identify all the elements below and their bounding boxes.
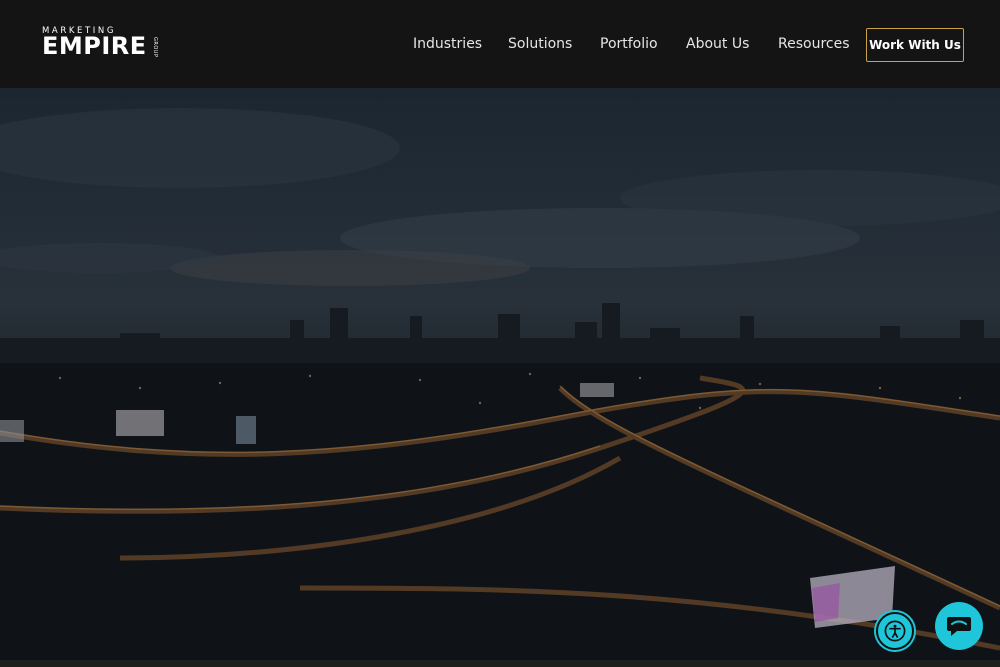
work-with-us-button[interactable]: Work With Us: [866, 28, 964, 62]
nav-item-resources[interactable]: Resources: [778, 36, 850, 52]
bottom-strip: [0, 660, 1000, 667]
city-skyline-illustration: [0, 108, 1000, 660]
nav-item-solutions[interactable]: Solutions: [508, 36, 572, 52]
chat-bubble-icon: [947, 617, 971, 636]
chat-button[interactable]: [935, 602, 983, 650]
accessibility-icon: [884, 620, 906, 642]
site-header: MARKETING EMPIRE GROUP Industries Soluti…: [0, 0, 1000, 88]
nav-item-industries[interactable]: Industries: [413, 36, 482, 52]
nav-item-about-us[interactable]: About Us: [686, 36, 749, 52]
nav-item-portfolio[interactable]: Portfolio: [600, 36, 658, 52]
accessibility-button[interactable]: [876, 612, 914, 650]
hero-background-image: [0, 88, 1000, 660]
main-nav: Industries Solutions Portfolio About Us …: [0, 36, 1000, 56]
